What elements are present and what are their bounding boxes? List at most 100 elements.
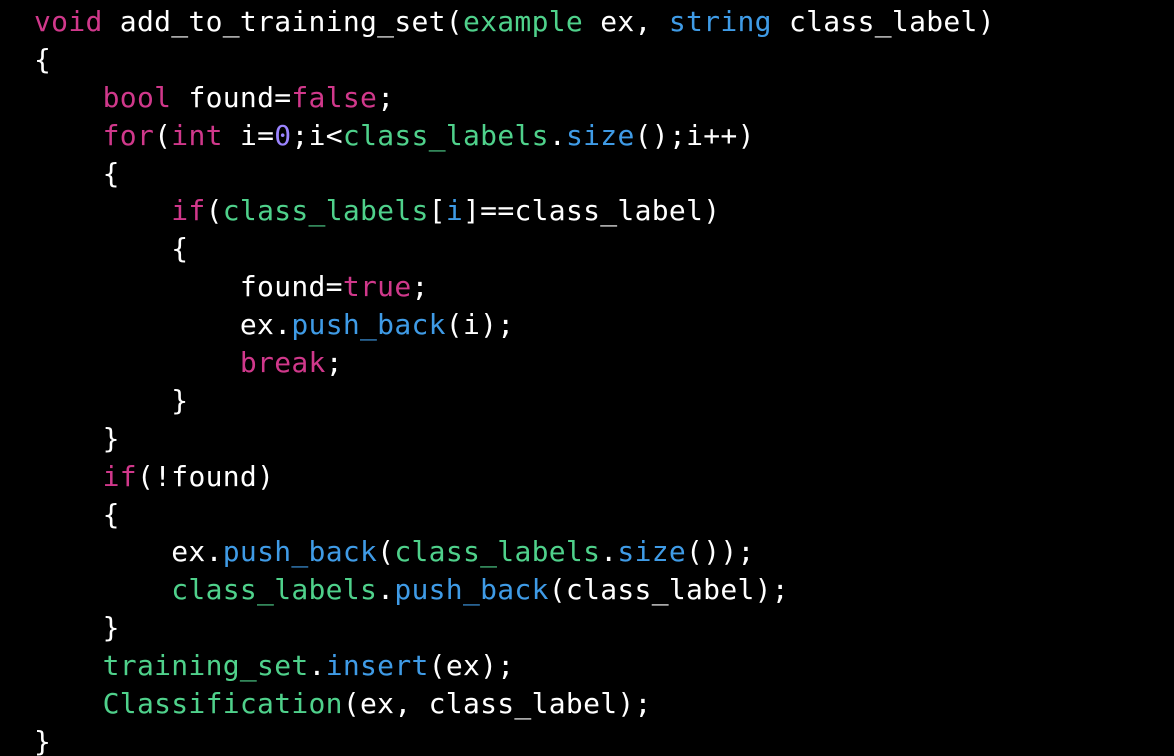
code-line[interactable]: training_set.insert(ex); <box>34 647 995 685</box>
code-token-plain: ex, <box>583 5 669 38</box>
code-token-keyword: false <box>291 80 378 114</box>
code-token-plain: (!found) <box>136 459 275 493</box>
code-line[interactable]: if(!found) <box>34 458 995 496</box>
code-token-keyword: int <box>171 118 223 152</box>
code-token-plain: (ex, class_label); <box>342 687 652 721</box>
code-line[interactable]: void add_to_training_set(example ex, str… <box>34 3 995 41</box>
code-token-plain: ; <box>411 270 429 304</box>
code-token-keyword: bool <box>102 80 172 114</box>
code-token-function: size <box>565 118 635 152</box>
code-token-keyword: for <box>102 118 155 152</box>
code-token-plain: } <box>102 421 120 455</box>
code-token-plain: found= <box>171 80 292 114</box>
code-line[interactable]: } <box>34 609 995 647</box>
code-line[interactable]: found=true; <box>34 268 995 306</box>
code-line[interactable]: } <box>34 420 995 458</box>
code-token-keyword: void <box>34 5 103 38</box>
code-line[interactable]: { <box>34 230 995 268</box>
code-token-plain: { <box>102 156 120 190</box>
code-token-plain: ( <box>205 194 223 228</box>
code-block[interactable]: void add_to_training_set(example ex, str… <box>34 3 995 756</box>
code-token-identifier: class_labels <box>394 535 601 569</box>
code-token-plain: [ <box>428 194 446 228</box>
code-line[interactable]: class_labels.push_back(class_label); <box>34 571 995 609</box>
code-token-identifier: class_labels <box>171 573 378 607</box>
code-token-plain: (i); <box>445 308 515 342</box>
code-token-plain: class_label) <box>771 5 995 38</box>
code-token-plain: } <box>102 611 120 645</box>
code-line[interactable]: if(class_labels[i]==class_label) <box>34 192 995 230</box>
code-token-function: push_back <box>394 573 549 607</box>
code-token-identifier: example <box>462 5 584 38</box>
code-token-plain: ;i< <box>291 118 343 152</box>
code-token-plain: add_to_training_set( <box>102 5 463 38</box>
code-token-identifier: class_labels <box>342 118 549 152</box>
code-token-function: size <box>617 535 687 569</box>
code-token-plain: ( <box>154 118 172 152</box>
code-line[interactable]: { <box>34 496 995 534</box>
code-token-plain: { <box>102 497 120 531</box>
code-token-plain: } <box>171 383 189 417</box>
code-token-plain: . <box>308 649 326 683</box>
code-token-number: 0 <box>274 118 292 152</box>
code-token-function: push_back <box>222 535 378 569</box>
code-line[interactable]: } <box>34 382 995 420</box>
code-line[interactable]: { <box>34 41 995 79</box>
code-token-plain: . <box>377 573 395 607</box>
code-token-plain: ; <box>325 346 343 380</box>
code-token-plain: ();i++) <box>634 118 755 152</box>
code-token-function: insert <box>325 649 429 683</box>
code-token-identifier: Classification <box>102 687 343 721</box>
code-token-identifier: class_labels <box>222 194 429 228</box>
code-token-keyword: break <box>239 346 326 380</box>
code-token-identifier: training_set <box>102 649 309 683</box>
code-token-plain: { <box>171 232 189 266</box>
code-line[interactable]: for(int i=0;i<class_labels.size();i++) <box>34 117 995 155</box>
code-token-keyword: if <box>102 459 137 493</box>
code-token-plain: ; <box>377 80 395 114</box>
code-token-function: i <box>445 194 463 228</box>
code-line[interactable]: break; <box>34 344 995 382</box>
code-token-plain: ex. <box>171 535 223 569</box>
code-line[interactable]: { <box>34 155 995 193</box>
code-token-keyword: if <box>171 194 206 228</box>
code-token-plain: found= <box>239 270 343 304</box>
code-token-keyword: true <box>342 270 412 304</box>
code-line[interactable]: ex.push_back(i); <box>34 306 995 344</box>
code-token-plain: ex. <box>239 308 292 342</box>
code-token-function: string <box>668 5 772 38</box>
code-line[interactable]: ex.push_back(class_labels.size()); <box>34 533 995 571</box>
code-line[interactable]: bool found=false; <box>34 79 995 117</box>
code-line[interactable]: Classification(ex, class_label); <box>34 685 995 723</box>
code-token-plain: ( <box>377 535 395 569</box>
code-token-function: push_back <box>291 308 446 342</box>
code-token-plain: i= <box>222 118 275 152</box>
code-token-plain: { <box>34 42 52 76</box>
code-token-plain: (class_label); <box>548 573 789 607</box>
code-line[interactable]: } <box>34 723 995 756</box>
code-token-plain: . <box>548 118 566 152</box>
code-token-plain: ()); <box>686 535 755 569</box>
code-editor[interactable]: void add_to_training_set(example ex, str… <box>0 0 1174 756</box>
code-token-plain: . <box>600 535 618 569</box>
code-token-plain: (ex); <box>428 649 515 683</box>
code-token-plain: ]==class_label) <box>463 194 721 228</box>
code-token-plain: } <box>34 724 52 756</box>
